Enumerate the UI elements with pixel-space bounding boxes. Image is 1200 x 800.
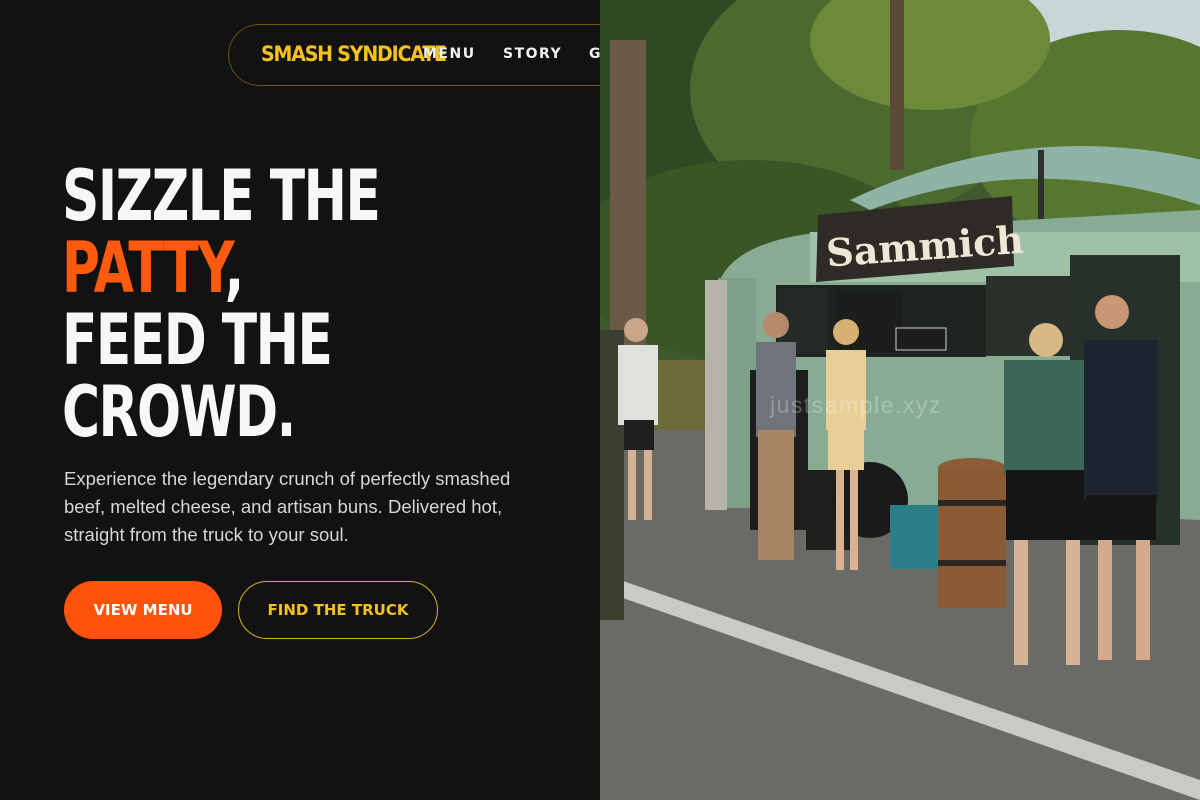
headline-comma: , [224,227,245,309]
hero-headline: SIZZLE THE PATTY, FEED THE CROWD. [62,155,381,453]
brand-logo[interactable]: SMASH SYNDICATE [261,42,447,67]
headline-line-4: CROWD. [62,371,296,453]
hero-description: Experience the legendary crunch of perfe… [64,468,511,545]
headline-line-3: FEED THE [62,299,333,381]
nav-link-menu[interactable]: MENU [423,46,476,62]
top-nav: SMASH SYNDICATE MENU STORY G [228,24,600,86]
watermark-text: justsample.xyz [770,392,942,418]
view-menu-button[interactable]: VIEW MENU [64,581,222,639]
headline-line-1: SIZZLE THE [62,155,381,237]
nav-link-truncated[interactable]: G [589,46,600,62]
headline-accent-word: PATTY [62,227,226,309]
find-truck-button[interactable]: FIND THE TRUCK [238,581,438,639]
headline-line-2: PATTY, [62,232,379,304]
nav-link-story[interactable]: STORY [503,46,562,62]
